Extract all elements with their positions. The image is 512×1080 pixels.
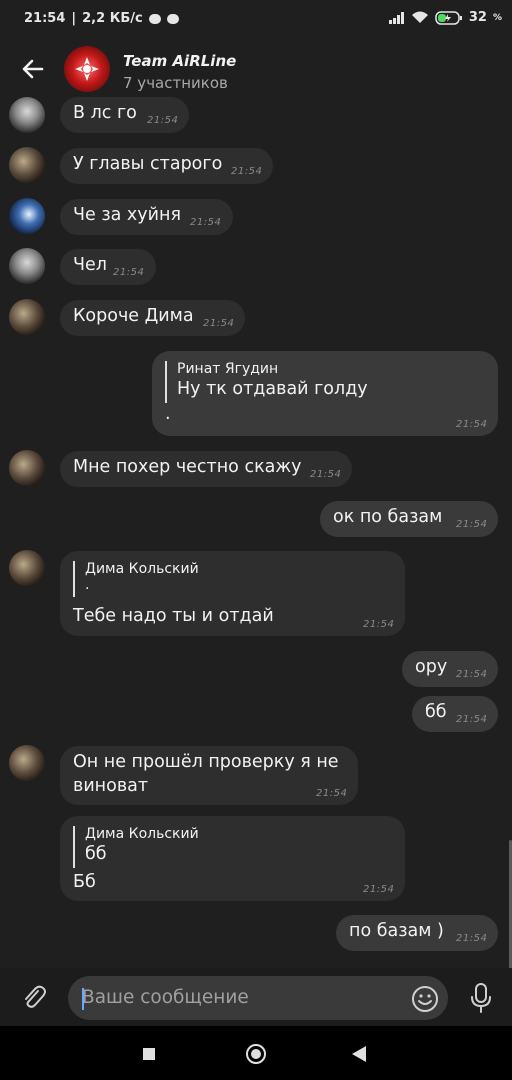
quote-author: Ринат Ягудин [177,361,279,377]
battery-unit: % [492,12,502,23]
incoming-message[interactable]: У главы старого 21:54 [60,148,273,184]
message-text: Бб [73,872,96,892]
message-time: 21:54 [310,469,342,480]
message-time: 21:54 [203,318,235,329]
home-button[interactable] [246,1044,266,1064]
message-text: Мне похер честно скажу [73,457,302,477]
outgoing-message[interactable]: ору 21:54 [402,651,498,687]
chat-header: Team AiRLine 7 участников [0,40,512,100]
message-text: бб [425,702,447,722]
outgoing-message[interactable]: Ринат Ягудин Ну тк отдавай голду . 21:54 [152,351,498,436]
message-time: 21:54 [113,267,145,278]
avatar[interactable] [9,198,45,234]
message-time: 21:54 [363,884,395,895]
message-time: 21:54 [456,519,488,530]
avatar[interactable] [9,147,45,183]
status-right: 32 % [388,10,502,25]
incoming-message[interactable]: Че за хуйня 21:54 [60,199,233,235]
incoming-message[interactable]: Дима Кольский бб Бб 21:54 [60,816,405,901]
avatar[interactable] [9,248,45,284]
message-text-line-1: Он не прошёл проверку я не [73,752,339,772]
microphone-icon[interactable] [466,982,496,1014]
status-bar: 21:54 | 2,2 КБ/с 32 % [0,0,512,40]
paperclip-icon[interactable] [18,982,48,1012]
status-separator: | [71,11,77,26]
message-time: 21:54 [190,217,222,228]
quote-text: Ну тк отдавай голду [177,379,368,399]
text-cursor [82,988,84,1010]
arrow-left-icon[interactable] [18,54,48,84]
message-composer: Ваше сообщение [0,968,512,1026]
message-time: 21:54 [231,166,263,177]
message-list[interactable]: В лс го 21:54 У главы старого 21:54 Че з… [0,97,512,970]
outgoing-message[interactable]: бб 21:54 [412,696,498,732]
avatar[interactable] [9,745,45,781]
chat-title[interactable]: Team AiRLine [123,52,236,70]
message-text: В лс го [73,103,137,123]
message-text: Чел [73,255,107,275]
avatar[interactable] [9,450,45,486]
back-button[interactable] [352,1046,366,1062]
group-logo-icon [75,57,99,81]
smiley-icon[interactable] [411,985,439,1013]
message-time: 21:54 [363,619,395,630]
quoted-message[interactable]: Дима Кольский . [73,561,199,597]
message-text: по базам ) [349,921,444,941]
message-text: ок по базам [333,507,443,527]
quote-text: бб [85,844,107,864]
battery-level: 32 [468,10,487,25]
incoming-message[interactable]: Он не прошёл проверку я не виноват 21:54 [60,746,358,805]
message-text: Короче Дима [73,306,194,326]
quoted-message[interactable]: Дима Кольский бб [73,826,199,868]
battery-icon [435,10,462,25]
group-avatar[interactable] [64,46,110,92]
message-text: Че за хуйня [73,205,181,225]
message-input[interactable]: Ваше сообщение [68,976,448,1020]
outgoing-message[interactable]: по базам ) 21:54 [336,915,498,951]
message-notification-icon [166,13,179,24]
quote-author: Дима Кольский [85,561,199,577]
message-time: 21:54 [456,669,488,680]
recents-button[interactable] [143,1048,155,1060]
wifi-icon [411,11,428,23]
system-navigation-bar [0,1026,512,1080]
quote-author: Дима Кольский [85,826,199,842]
avatar[interactable] [9,299,45,335]
incoming-message[interactable]: Мне похер честно скажу 21:54 [60,451,352,487]
message-time: 21:54 [456,419,488,430]
message-text: . [165,404,171,424]
signal-icon [388,11,404,24]
message-time: 21:54 [147,115,179,126]
incoming-message[interactable]: Короче Дима 21:54 [60,300,245,336]
chat-members-count[interactable]: 7 участников [123,74,228,92]
message-time: 21:54 [456,933,488,944]
avatar[interactable] [9,550,45,586]
message-text: ору [415,657,448,677]
message-text: У главы старого [73,154,223,174]
avatar[interactable] [9,97,45,133]
message-time: 21:54 [316,788,348,799]
incoming-message[interactable]: Дима Кольский . Тебе надо ты и отдай 21:… [60,551,405,636]
message-text-line-2: виноват [73,776,149,796]
incoming-message[interactable]: Чел 21:54 [60,249,156,285]
message-time: 21:54 [456,714,488,725]
status-speed: 2,2 КБ/с [82,11,143,26]
outgoing-message[interactable]: ок по базам 21:54 [320,501,498,537]
message-text: Тебе надо ты и отдай [73,606,274,626]
incoming-message[interactable]: В лс го 21:54 [60,97,189,133]
status-time: 21:54 [24,11,66,26]
quote-text: . [85,577,90,593]
status-left: 21:54 | 2,2 КБ/с [24,11,179,26]
message-input-placeholder: Ваше сообщение [82,987,249,1008]
quoted-message[interactable]: Ринат Ягудин Ну тк отдавай голду [165,361,368,403]
chat-notification-icon [148,13,161,24]
